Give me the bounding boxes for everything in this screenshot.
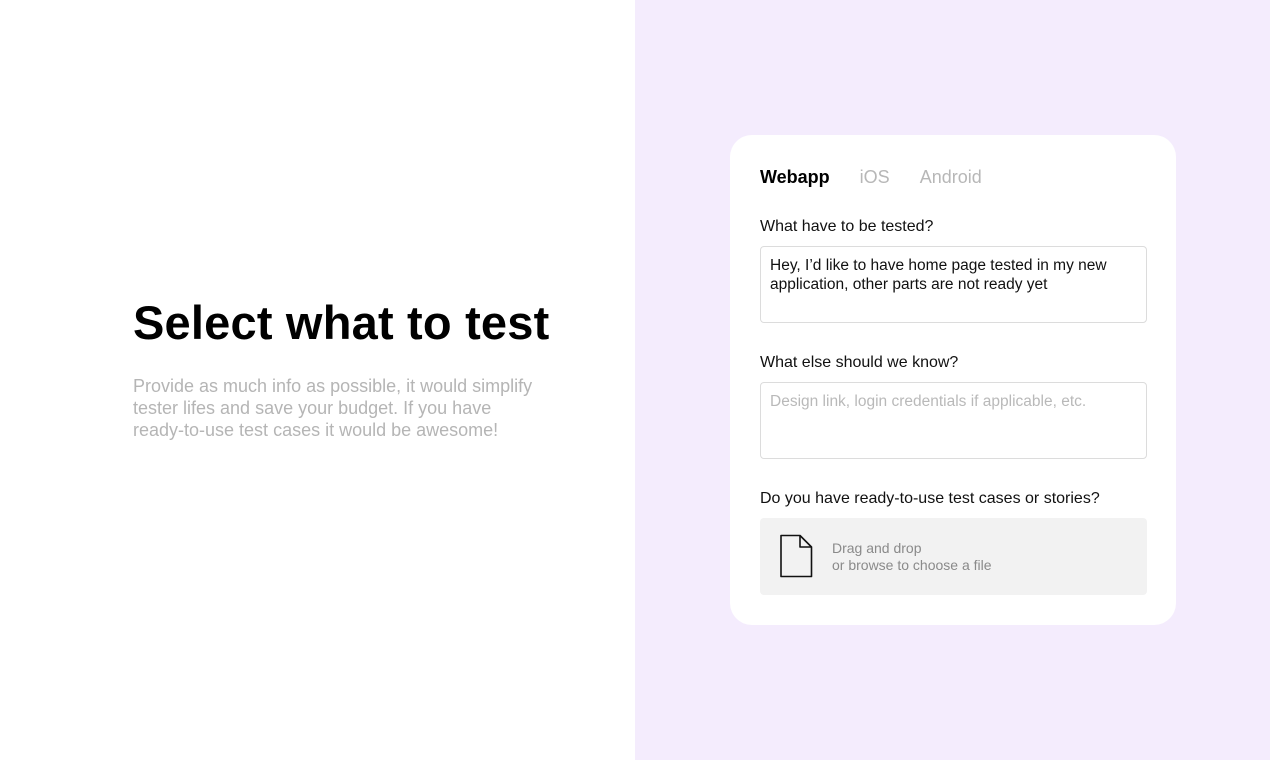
what-else-textarea[interactable]: Design link, login credentials if applic… (760, 382, 1147, 459)
dropzone-secondary-text: or browse to choose a file (832, 557, 992, 573)
page-description: Provide as much info as possible, it wou… (133, 376, 533, 440)
file-dropzone[interactable]: Drag and drop or browse to choose a file (760, 518, 1147, 595)
intro-panel: Select what to test Provide as much info… (0, 0, 635, 760)
what-else-label: What else should we know? (760, 354, 959, 371)
test-request-card: Webapp iOS Android What have to be teste… (730, 135, 1176, 625)
what-to-test-label: What have to be tested? (760, 218, 934, 235)
test-cases-label: Do you have ready-to-use test cases or s… (760, 490, 1100, 507)
tab-ios[interactable]: iOS (860, 165, 890, 189)
file-icon (780, 534, 813, 578)
tab-android[interactable]: Android (920, 165, 982, 189)
dropzone-primary-text: Drag and drop (832, 540, 922, 556)
form-panel: Webapp iOS Android What have to be teste… (635, 0, 1270, 760)
page-title: Select what to test (133, 296, 550, 349)
platform-tabs: Webapp iOS Android (760, 165, 982, 189)
dropzone-text: Drag and drop or browse to choose a file (832, 540, 992, 574)
what-to-test-textarea[interactable]: Hey, I’d like to have home page tested i… (760, 246, 1147, 323)
tab-webapp[interactable]: Webapp (760, 165, 830, 189)
page: Select what to test Provide as much info… (0, 0, 1270, 760)
